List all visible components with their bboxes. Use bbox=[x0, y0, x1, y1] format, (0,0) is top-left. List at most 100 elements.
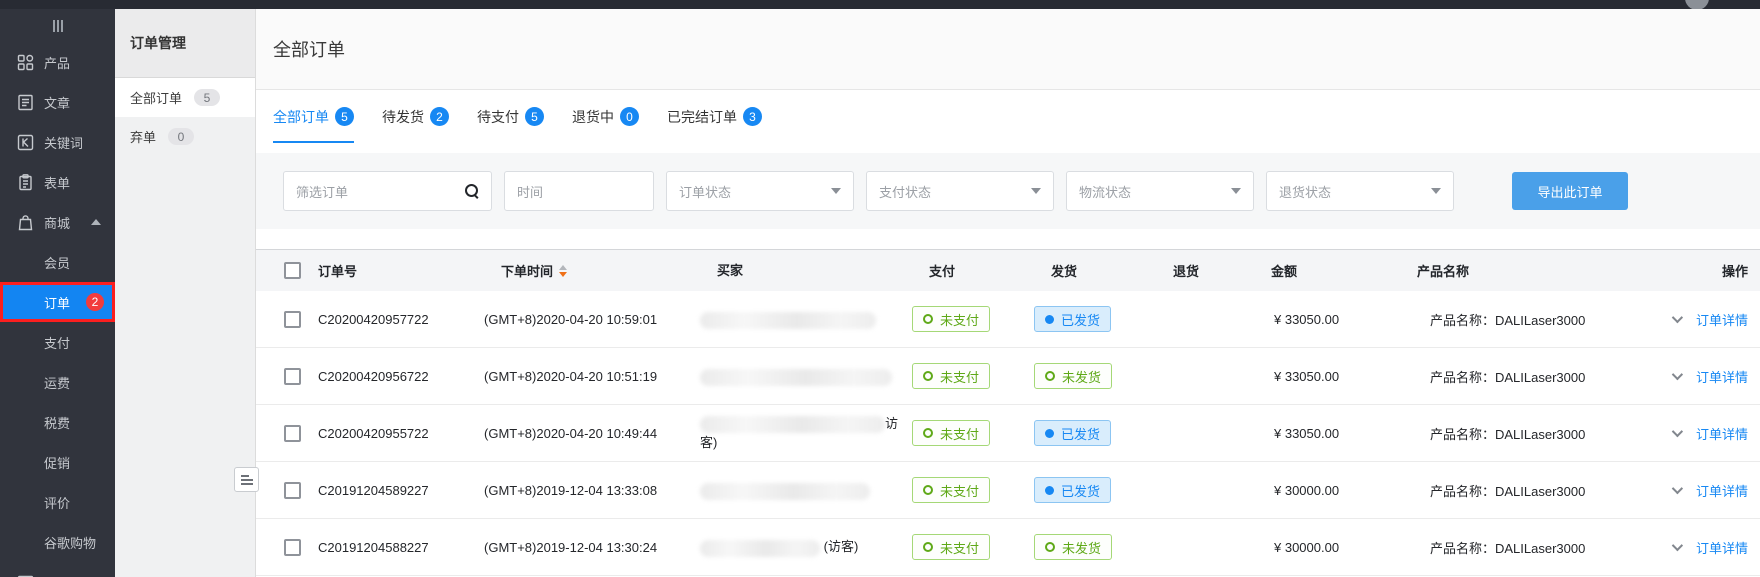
sidebar-subitem-reviews[interactable]: 评价 bbox=[0, 482, 115, 522]
tab-to-pay[interactable]: 待支付 5 bbox=[477, 90, 544, 143]
sidebar-item-pages-clipped[interactable]: 页面 bbox=[0, 562, 115, 577]
expand-row-chevron-icon[interactable] bbox=[1672, 312, 1683, 323]
ship-status-badge: 已发货 bbox=[1034, 306, 1111, 332]
order-detail-link[interactable]: 订单详情 bbox=[1696, 481, 1748, 500]
order-detail-link[interactable]: 订单详情 bbox=[1696, 310, 1748, 329]
product-cell: 产品名称：DALILaser3000 bbox=[1400, 481, 1640, 500]
amount-cell: ¥ 30000.00 bbox=[1254, 540, 1400, 555]
return-status-select[interactable]: 退货状态 bbox=[1266, 171, 1454, 211]
keyword-icon bbox=[17, 134, 34, 151]
tab-count-badge: 2 bbox=[430, 107, 449, 126]
payment-status-select[interactable]: 支付状态 bbox=[866, 171, 1054, 211]
sidebar-item-label: 页面 bbox=[44, 573, 70, 577]
status-dot-icon bbox=[1045, 315, 1054, 324]
expand-row-chevron-icon[interactable] bbox=[1672, 426, 1683, 437]
panel-item-label: 全部订单 bbox=[130, 88, 182, 107]
top-bar bbox=[0, 0, 1760, 9]
ship-status-badge: 已发货 bbox=[1034, 477, 1111, 503]
sidebar-subitem-members[interactable]: 会员 bbox=[0, 242, 115, 282]
panel-item-all-orders[interactable]: 全部订单 5 bbox=[115, 78, 255, 117]
orders-table: 订单号 下单时间 买家 支付 发货 退货 金额 产品名称 操作 C2020042… bbox=[256, 249, 1760, 576]
order-filter-input[interactable]: 筛选订单 bbox=[283, 171, 492, 211]
order-status-select[interactable]: 订单状态 bbox=[666, 171, 854, 211]
amount-cell: ¥ 30000.00 bbox=[1254, 483, 1400, 498]
panel-title: 订单管理 bbox=[115, 9, 255, 78]
order-no: C20200420957722 bbox=[318, 312, 484, 327]
export-orders-button[interactable]: 导出此订单 bbox=[1512, 172, 1628, 210]
chevron-down-icon bbox=[1031, 188, 1041, 194]
order-detail-link[interactable]: 订单详情 bbox=[1696, 424, 1748, 443]
buyer-cell bbox=[700, 366, 912, 385]
product-cell: 产品名称：DALILaser3000 bbox=[1400, 310, 1640, 329]
tab-to-ship[interactable]: 待发货 2 bbox=[382, 90, 449, 143]
tab-label: 待支付 bbox=[477, 107, 519, 127]
sidebar-subitem-payment[interactable]: 支付 bbox=[0, 322, 115, 362]
expand-row-chevron-icon[interactable] bbox=[1672, 540, 1683, 551]
sidebar-item-products[interactable]: 产品 bbox=[0, 42, 115, 82]
sidebar-item-articles[interactable]: 文章 bbox=[0, 82, 115, 122]
sidebar-item-label: 税费 bbox=[44, 413, 70, 432]
pages-icon bbox=[17, 574, 34, 577]
sidebar-item-forms[interactable]: 表单 bbox=[0, 162, 115, 202]
chevron-up-icon bbox=[91, 219, 101, 225]
header-buyer: 买家 bbox=[700, 261, 912, 280]
sidebar-subitem-shipping-fee[interactable]: 运费 bbox=[0, 362, 115, 402]
row-checkbox[interactable] bbox=[284, 539, 301, 556]
order-no: C20191204588227 bbox=[318, 540, 484, 555]
product-cell: 产品名称：DALILaser3000 bbox=[1400, 367, 1640, 386]
status-dot-icon bbox=[923, 485, 933, 495]
sidebar-subitem-orders[interactable]: 订单 2 bbox=[0, 282, 115, 322]
row-checkbox[interactable] bbox=[284, 368, 301, 385]
redacted-buyer-name bbox=[700, 416, 885, 433]
sidebar-item-label: 关键词 bbox=[44, 133, 83, 152]
abandoned-orders-count: 0 bbox=[168, 128, 194, 145]
panel-toggle-button[interactable] bbox=[234, 467, 259, 492]
search-icon[interactable] bbox=[465, 184, 479, 198]
main-sidebar: 产品 文章 关键词 表单 商城 会员 订单 2 支付 bbox=[0, 9, 115, 577]
article-icon bbox=[17, 94, 34, 111]
sidebar-subitem-promotion[interactable]: 促销 bbox=[0, 442, 115, 482]
tab-returning[interactable]: 退货中 0 bbox=[572, 90, 639, 143]
sidebar-collapse-button[interactable] bbox=[0, 9, 115, 42]
order-no: C20200420955722 bbox=[318, 426, 484, 441]
time-filter-input[interactable]: 时间 bbox=[504, 171, 654, 211]
buyer-cell bbox=[700, 480, 912, 499]
amount-cell: ¥ 33050.00 bbox=[1254, 369, 1400, 384]
order-detail-link[interactable]: 订单详情 bbox=[1696, 367, 1748, 386]
status-dot-icon bbox=[1045, 542, 1055, 552]
tab-label: 退货中 bbox=[572, 107, 614, 127]
panel-item-label: 弃单 bbox=[130, 127, 156, 146]
status-dot-icon bbox=[1045, 486, 1054, 495]
sidebar-item-label: 支付 bbox=[44, 333, 70, 352]
select-all-checkbox[interactable] bbox=[284, 262, 301, 279]
sidebar-item-keywords[interactable]: 关键词 bbox=[0, 122, 115, 162]
sidebar-subitem-tax[interactable]: 税费 bbox=[0, 402, 115, 442]
sort-toggle-icon[interactable] bbox=[559, 265, 567, 277]
order-detail-link[interactable]: 订单详情 bbox=[1696, 538, 1748, 557]
sidebar-item-label: 促销 bbox=[44, 453, 70, 472]
pay-status-badge: 未支付 bbox=[912, 420, 990, 446]
sidebar-subitem-google-shopping[interactable]: 谷歌购物 bbox=[0, 522, 115, 562]
expand-row-chevron-icon[interactable] bbox=[1672, 483, 1683, 494]
header-order-time: 下单时间 bbox=[484, 261, 700, 280]
order-no: C20191204589227 bbox=[318, 483, 484, 498]
tab-completed[interactable]: 已完结订单 3 bbox=[667, 90, 762, 143]
sidebar-item-label: 谷歌购物 bbox=[44, 533, 96, 552]
table-row: C20191204588227 (GMT+8)2019-12-04 13:30:… bbox=[256, 519, 1760, 576]
header-pay: 支付 bbox=[912, 261, 1034, 280]
order-time: (GMT+8)2020-04-20 10:59:01 bbox=[484, 312, 700, 327]
buyer-cell bbox=[700, 309, 912, 328]
sidebar-item-mall[interactable]: 商城 bbox=[0, 202, 115, 242]
header-ship: 发货 bbox=[1034, 261, 1156, 280]
tab-all-orders[interactable]: 全部订单 5 bbox=[273, 90, 354, 143]
logistics-status-select[interactable]: 物流状态 bbox=[1066, 171, 1254, 211]
status-dot-icon bbox=[1045, 371, 1055, 381]
panel-item-abandoned-orders[interactable]: 弃单 0 bbox=[115, 117, 255, 156]
sidebar-item-label: 运费 bbox=[44, 373, 70, 392]
user-avatar[interactable] bbox=[1685, 0, 1709, 9]
tab-label: 全部订单 bbox=[273, 107, 329, 127]
row-checkbox[interactable] bbox=[284, 311, 301, 328]
expand-row-chevron-icon[interactable] bbox=[1672, 369, 1683, 380]
row-checkbox[interactable] bbox=[284, 425, 301, 442]
row-checkbox[interactable] bbox=[284, 482, 301, 499]
